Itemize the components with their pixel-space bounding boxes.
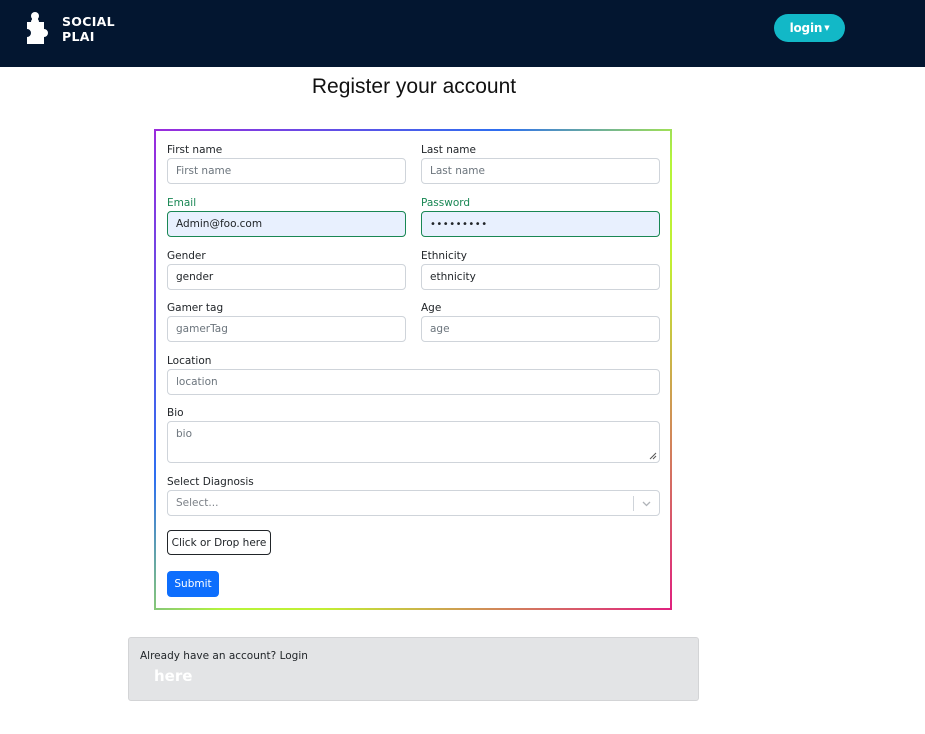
location-label: Location [167, 355, 212, 367]
brand-line-2: PLAI [62, 28, 95, 44]
resize-grip-icon[interactable] [649, 452, 657, 460]
email-value: Admin@foo.com [176, 218, 263, 230]
diagnosis-selected: Select... [176, 497, 219, 509]
email-input[interactable]: Admin@foo.com [167, 211, 406, 237]
location-placeholder: location [176, 376, 218, 388]
first-name-placeholder: First name [176, 165, 232, 177]
bio-label: Bio [167, 407, 184, 419]
caret-down-icon: ▼ [824, 24, 830, 32]
diagnosis-select[interactable]: Select... [167, 490, 660, 516]
last-name-input[interactable]: Last name [421, 158, 660, 184]
gender-value: gender [176, 271, 214, 283]
login-prompt-panel: Already have an account? Login here [128, 637, 699, 701]
brand-name: SOCIAL PLAI [62, 14, 115, 44]
first-name-input[interactable]: First name [167, 158, 406, 184]
register-form: First name First name Last name Last nam… [156, 131, 670, 608]
bio-textarea[interactable]: bio [167, 421, 660, 463]
login-label: login [789, 21, 823, 35]
page-title: Register your account [311, 75, 517, 98]
login-here-link[interactable]: here [154, 667, 192, 685]
gamer-tag-placeholder: gamerTag [176, 323, 228, 335]
password-value: ••••••••• [430, 218, 488, 230]
age-placeholder: age [430, 323, 450, 335]
register-form-frame: First name First name Last name Last nam… [154, 129, 672, 610]
select-separator [633, 496, 634, 511]
first-name-label: First name [167, 144, 223, 156]
top-navbar: SOCIAL PLAI login ▼ [0, 0, 925, 67]
gender-label: Gender [167, 250, 206, 262]
location-input[interactable]: location [167, 369, 660, 395]
age-label: Age [421, 302, 442, 314]
age-input[interactable]: age [421, 316, 660, 342]
brand-logo[interactable]: SOCIAL PLAI [18, 10, 115, 47]
diagnosis-label: Select Diagnosis [167, 476, 254, 488]
ethnicity-input[interactable]: ethnicity [421, 264, 660, 290]
submit-button[interactable]: Submit [167, 571, 219, 597]
file-drop-button[interactable]: Click or Drop here [167, 530, 271, 555]
brand-line-1: SOCIAL [62, 13, 115, 29]
password-label: Password [421, 197, 471, 209]
ethnicity-label: Ethnicity [421, 250, 467, 262]
login-dropdown-button[interactable]: login ▼ [774, 14, 845, 42]
ethnicity-value: ethnicity [430, 271, 476, 283]
gender-input[interactable]: gender [167, 264, 406, 290]
last-name-label: Last name [421, 144, 476, 156]
chevron-down-icon [642, 501, 651, 507]
login-prompt-text: Already have an account? Login [140, 650, 308, 662]
puzzle-piece-icon [18, 10, 56, 47]
gamer-tag-label: Gamer tag [167, 302, 224, 314]
email-label: Email [167, 197, 197, 209]
bio-placeholder: bio [176, 428, 193, 440]
last-name-placeholder: Last name [430, 165, 485, 177]
gamer-tag-input[interactable]: gamerTag [167, 316, 406, 342]
password-input[interactable]: ••••••••• [421, 211, 660, 237]
